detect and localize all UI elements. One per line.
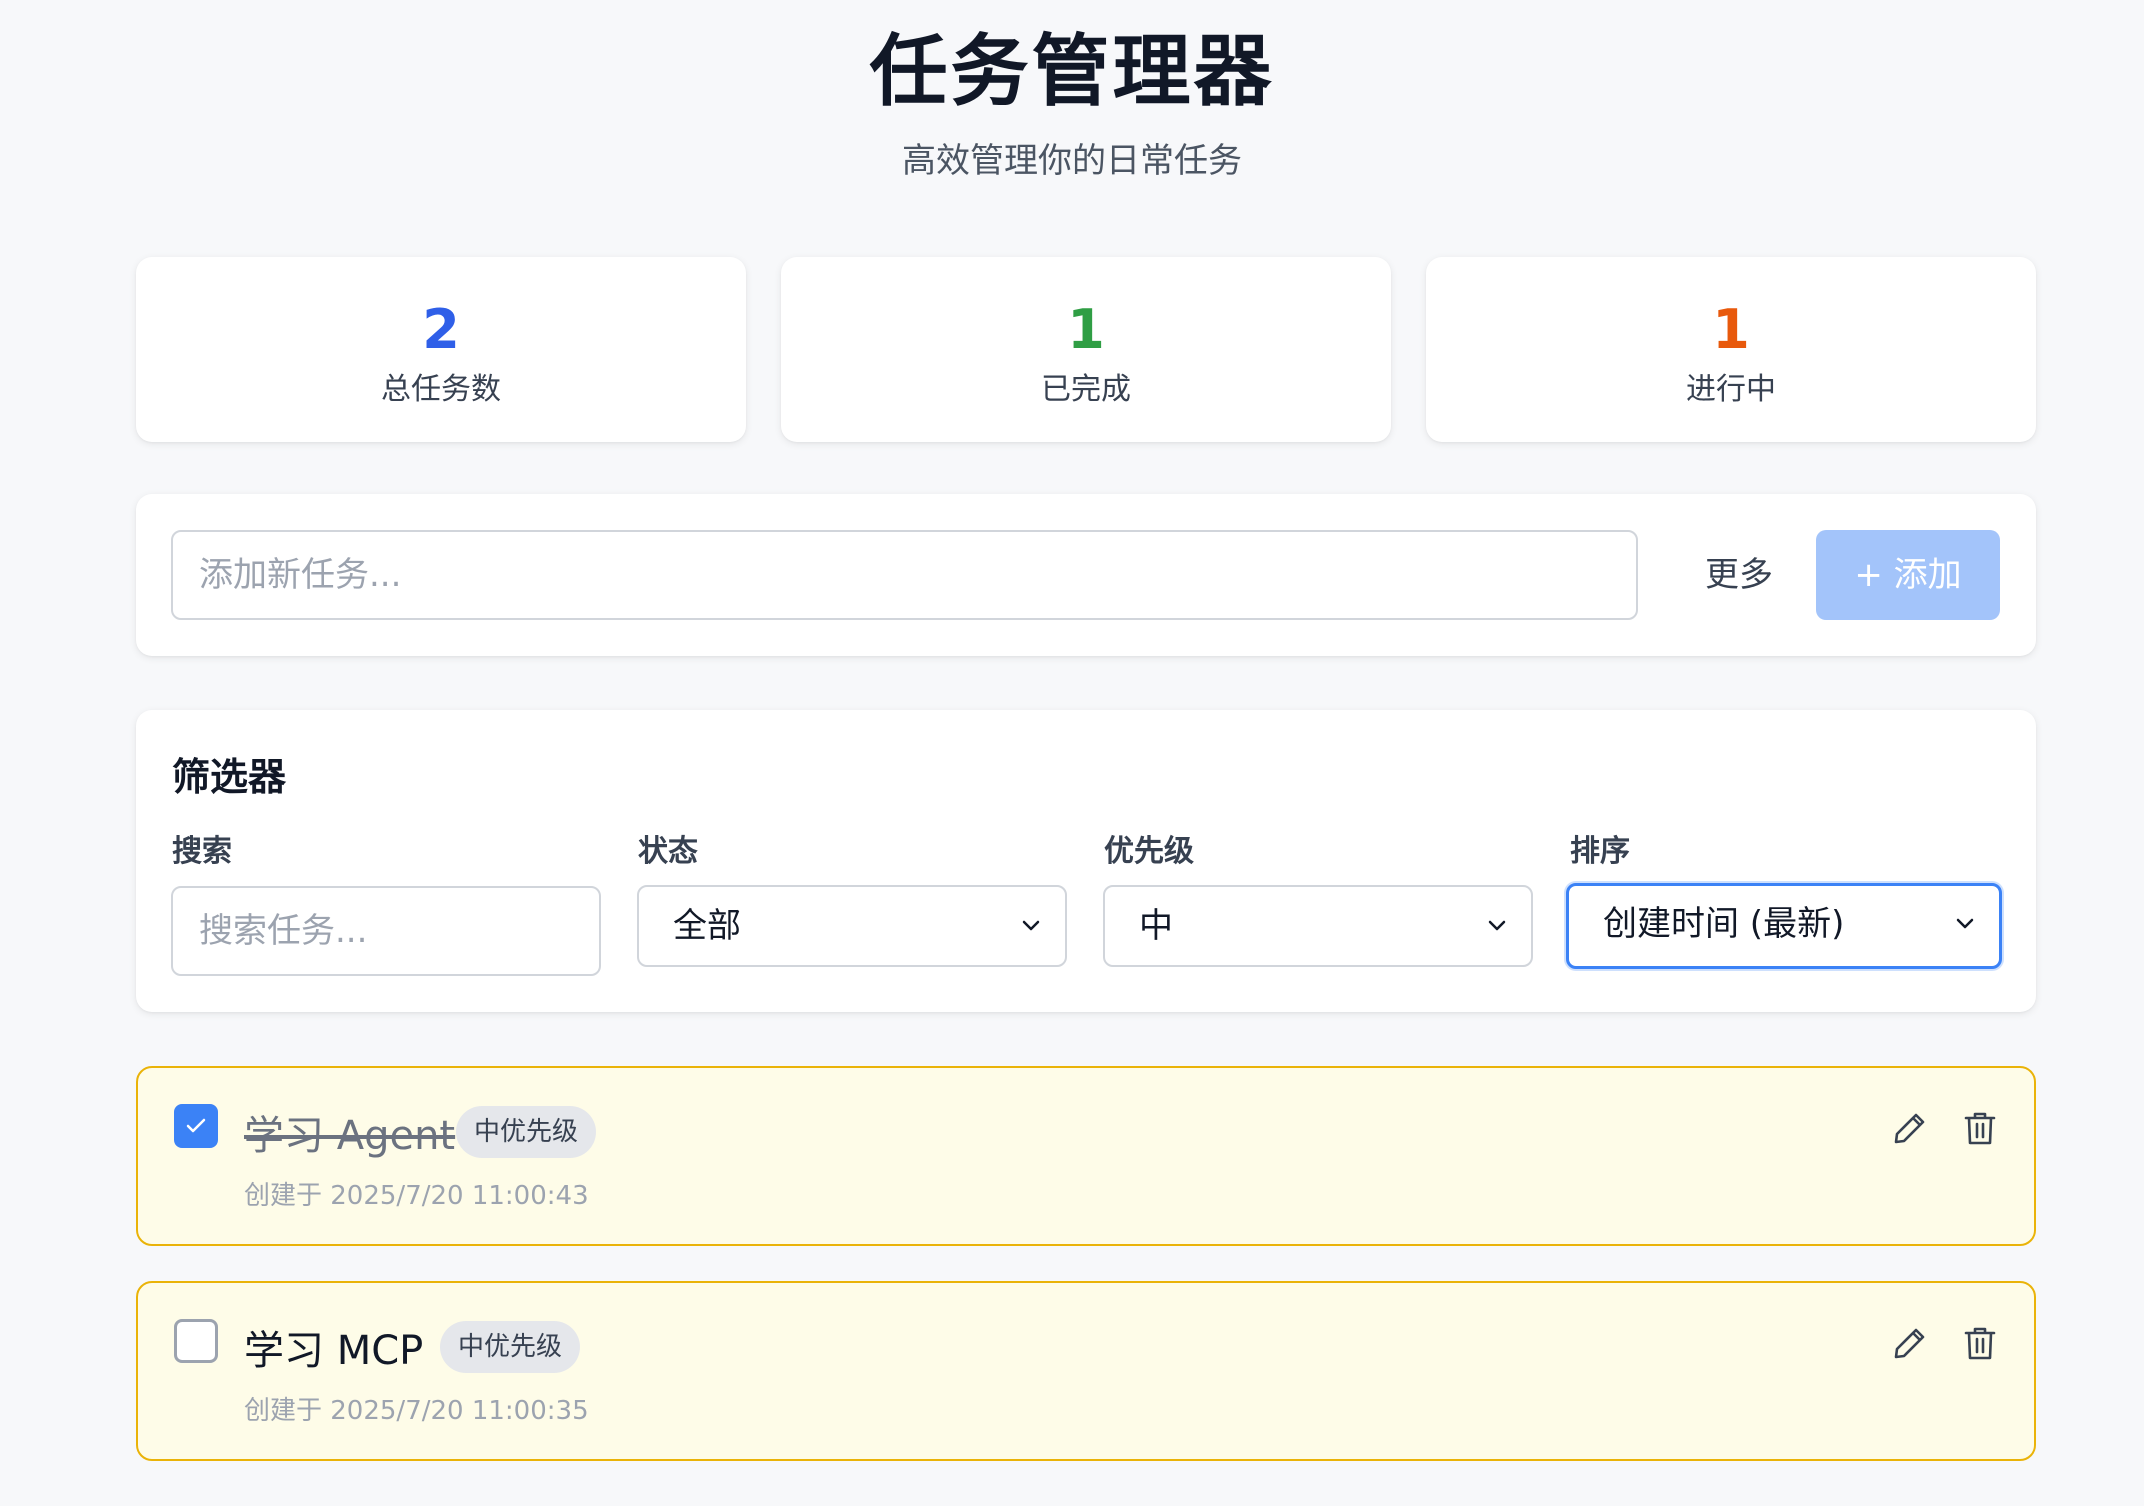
chevron-down-icon: [1956, 918, 1974, 929]
status-label: 状态: [638, 834, 698, 869]
task-checkbox[interactable]: [174, 1319, 218, 1363]
page-title: 任务管理器: [869, 27, 1275, 117]
status-select[interactable]: 全部: [637, 885, 1067, 967]
status-select-value: 全部: [673, 906, 741, 946]
stat-completed-label: 已完成: [1041, 372, 1131, 407]
filter-card: 筛选器 搜索 搜索任务... 状态 全部 优先级 中 排序 创建时间 (最新): [136, 710, 2036, 1012]
priority-select-value: 中: [1139, 906, 1173, 946]
stat-total-label: 总任务数: [381, 372, 501, 407]
check-icon: [186, 1118, 206, 1133]
sort-select-value: 创建时间 (最新): [1603, 904, 1845, 944]
priority-label: 优先级: [1104, 834, 1194, 869]
task-title[interactable]: 学习 MCP: [244, 1323, 423, 1379]
filter-title: 筛选器: [172, 755, 287, 799]
chevron-down-icon: [1022, 920, 1040, 931]
new-task-input[interactable]: 添加新任务...: [171, 530, 1638, 620]
trash-icon[interactable]: [1958, 1106, 2002, 1150]
priority-select[interactable]: 中: [1103, 885, 1533, 967]
priority-badge: 中优先级: [440, 1321, 581, 1373]
chevron-down-icon: [1488, 920, 1506, 931]
stat-card-in-progress: 1 进行中: [1426, 257, 2036, 442]
more-button[interactable]: 更多: [1684, 530, 1794, 620]
search-label: 搜索: [172, 834, 232, 869]
task-item: 学习 Agent 中优先级 创建于 2025/7/20 11:00:43: [136, 1066, 2036, 1246]
pencil-icon[interactable]: [1888, 1106, 1932, 1150]
stat-card-total: 2 总任务数: [136, 257, 746, 442]
task-title[interactable]: 学习 Agent: [244, 1108, 455, 1164]
stat-completed-value: 1: [1067, 298, 1105, 361]
add-task-button[interactable]: + 添加: [1816, 530, 2000, 620]
search-input[interactable]: 搜索任务...: [171, 886, 601, 976]
task-created-time: 创建于 2025/7/20 11:00:35: [244, 1396, 589, 1426]
task-checkbox[interactable]: [174, 1104, 218, 1148]
stat-in-progress-label: 进行中: [1686, 372, 1776, 407]
task-created-time: 创建于 2025/7/20 11:00:43: [244, 1181, 589, 1211]
sort-select[interactable]: 创建时间 (最新): [1566, 883, 2002, 969]
stat-in-progress-value: 1: [1712, 298, 1750, 361]
trash-icon[interactable]: [1958, 1321, 2002, 1365]
stat-total-value: 2: [422, 298, 460, 361]
add-task-card: 添加新任务... 更多 + 添加: [136, 494, 2036, 656]
task-item: 学习 MCP 中优先级 创建于 2025/7/20 11:00:35: [136, 1281, 2036, 1461]
priority-badge: 中优先级: [456, 1106, 597, 1158]
sort-label: 排序: [1570, 834, 1630, 869]
task-manager-page: 任务管理器 高效管理你的日常任务 2 总任务数 1 已完成 1 进行中 添加新任…: [0, 0, 2144, 1506]
pencil-icon[interactable]: [1888, 1321, 1932, 1365]
page-subtitle: 高效管理你的日常任务: [902, 141, 1242, 181]
stat-card-completed: 1 已完成: [781, 257, 1391, 442]
